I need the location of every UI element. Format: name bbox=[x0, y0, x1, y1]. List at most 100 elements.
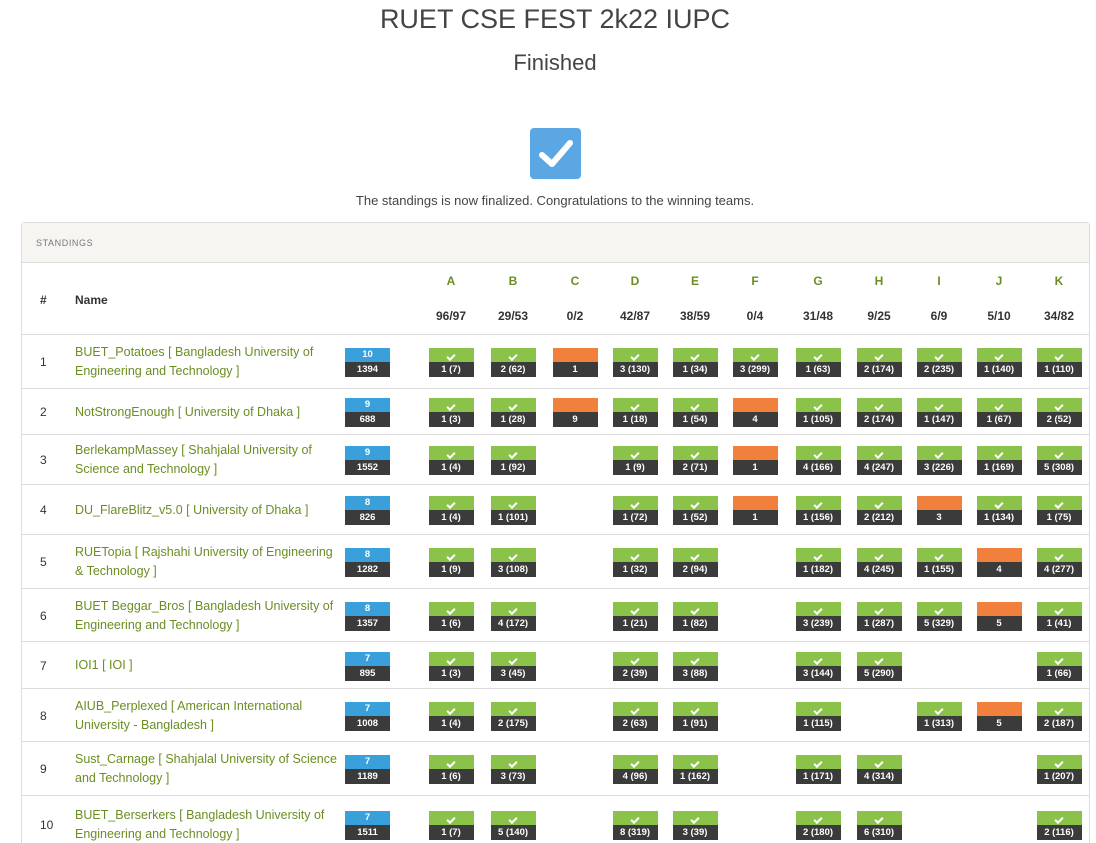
accepted-check-icon bbox=[795, 701, 841, 716]
attempts-label: 5 bbox=[976, 715, 1022, 731]
team-name-link[interactable]: IOI1 [ IOI ] bbox=[75, 656, 340, 675]
check-icon bbox=[934, 705, 944, 715]
attempts-label: 1 (52) bbox=[672, 510, 718, 525]
solved-cell-d: 1 (32) bbox=[612, 548, 658, 577]
attempts-label: 1 (3) bbox=[428, 412, 474, 427]
team-name-link[interactable]: BUET_Potatoes [ Bangladesh University of… bbox=[75, 343, 340, 381]
problem-stats: 0/4 bbox=[746, 309, 764, 323]
team-name-link[interactable]: BUET_Berserkers [ Bangladesh University … bbox=[75, 806, 340, 843]
problem-link[interactable]: J bbox=[969, 274, 1029, 288]
accepted-check-icon bbox=[672, 701, 718, 716]
check-icon bbox=[813, 449, 823, 460]
attempts-label: 1 (6) bbox=[428, 615, 474, 631]
accepted-check-icon bbox=[916, 701, 962, 716]
attempts-label: 5 (290) bbox=[856, 665, 902, 681]
problem-stats: 96/97 bbox=[435, 309, 467, 323]
score-badge: 9 688 bbox=[345, 398, 390, 427]
accepted-check-icon bbox=[612, 601, 658, 616]
attempted-cell-i: 3 bbox=[916, 496, 962, 525]
accepted-check-icon bbox=[916, 348, 962, 362]
attempts-label: 5 (140) bbox=[490, 825, 536, 840]
accepted-check-icon bbox=[612, 548, 658, 562]
problem-link[interactable]: C bbox=[545, 274, 605, 288]
attempts-label: 2 (62) bbox=[490, 362, 536, 377]
attempts-label: 1 (147) bbox=[916, 412, 962, 427]
attempts-label: 1 (91) bbox=[672, 715, 718, 731]
check-icon bbox=[1054, 449, 1064, 460]
solved-cell-b: 1 (92) bbox=[490, 446, 536, 475]
solved-cell-e: 3 (88) bbox=[672, 651, 718, 681]
attempts-label: 1 (72) bbox=[612, 510, 658, 525]
attempts-label: 1 (28) bbox=[490, 412, 536, 427]
attempts-label: 5 (308) bbox=[1036, 460, 1082, 475]
attempts-label: 1 (110) bbox=[1036, 362, 1082, 377]
problem-link[interactable]: H bbox=[849, 274, 909, 288]
team-name-link[interactable]: NotStrongEnough [ University of Dhaka ] bbox=[75, 403, 340, 422]
team-name-link[interactable]: AIUB_Perplexed [ American International … bbox=[75, 697, 340, 735]
solved-cell-a: 1 (3) bbox=[428, 398, 474, 427]
panel-title: STANDINGS bbox=[22, 223, 1089, 263]
accepted-check-icon bbox=[1036, 701, 1082, 716]
accepted-check-icon bbox=[795, 811, 841, 825]
solved-count: 8 bbox=[345, 548, 390, 562]
solved-cell-g: 1 (63) bbox=[795, 348, 841, 377]
problem-link[interactable]: E bbox=[665, 274, 725, 288]
attempts-label: 2 (187) bbox=[1036, 715, 1082, 731]
check-icon bbox=[508, 449, 518, 460]
problem-link[interactable]: B bbox=[483, 274, 543, 288]
solved-cell-a: 1 (4) bbox=[428, 701, 474, 731]
attempts-label: 1 (6) bbox=[428, 769, 474, 784]
team-name-link[interactable]: Sust_Carnage [ Shahjalal University of S… bbox=[75, 750, 340, 788]
attempts-label: 5 bbox=[976, 615, 1022, 631]
check-icon bbox=[994, 449, 1004, 460]
solved-count: 7 bbox=[345, 701, 390, 716]
team-name-link[interactable]: RUETopia [ Rajshahi University of Engine… bbox=[75, 543, 340, 581]
solved-cell-h: 2 (174) bbox=[856, 398, 902, 427]
accepted-check-icon bbox=[672, 496, 718, 510]
accepted-check-icon bbox=[916, 398, 962, 412]
attempts-label: 1 (140) bbox=[976, 362, 1022, 377]
solved-cell-i: 1 (155) bbox=[916, 548, 962, 577]
attempts-label: 1 (313) bbox=[916, 715, 962, 731]
problem-link[interactable]: A bbox=[421, 274, 481, 288]
table-row: 8 AIUB_Perplexed [ American International… bbox=[22, 689, 1089, 742]
check-icon bbox=[508, 758, 518, 769]
rank-value: 9 bbox=[40, 762, 47, 776]
accepted-check-icon bbox=[856, 398, 902, 412]
check-icon bbox=[1054, 351, 1064, 362]
problem-link[interactable]: I bbox=[909, 274, 969, 288]
table-row: 3 BerlekampMassey [ Shahjalal University … bbox=[22, 435, 1089, 485]
wrong-status-bar bbox=[732, 496, 778, 510]
rank-value: 2 bbox=[40, 405, 47, 419]
attempts-label: 6 (310) bbox=[856, 825, 902, 840]
check-icon bbox=[1054, 551, 1064, 562]
team-name-link[interactable]: BerlekampMassey [ Shahjalal University o… bbox=[75, 441, 340, 479]
check-icon bbox=[508, 655, 518, 665]
solved-cell-a: 1 (4) bbox=[428, 446, 474, 475]
check-icon bbox=[690, 449, 700, 460]
solved-cell-k: 4 (277) bbox=[1036, 548, 1082, 577]
accepted-check-icon bbox=[672, 446, 718, 460]
solved-cell-k: 1 (66) bbox=[1036, 651, 1082, 681]
problem-link[interactable]: G bbox=[788, 274, 848, 288]
attempted-cell-j: 5 bbox=[976, 601, 1022, 631]
solved-cell-d: 3 (130) bbox=[612, 348, 658, 377]
team-name-link[interactable]: BUET Beggar_Bros [ Bangladesh University… bbox=[75, 597, 340, 635]
check-icon bbox=[1054, 655, 1064, 665]
solved-cell-g: 1 (156) bbox=[795, 496, 841, 525]
contest-status: Finished bbox=[513, 50, 597, 75]
solved-cell-d: 1 (18) bbox=[612, 398, 658, 427]
problem-link[interactable]: K bbox=[1029, 274, 1089, 288]
attempts-label: 1 (75) bbox=[1036, 510, 1082, 525]
attempts-label: 1 (21) bbox=[612, 615, 658, 631]
problem-link[interactable]: D bbox=[605, 274, 665, 288]
team-name-link[interactable]: DU_FlareBlitz_v5.0 [ University of Dhaka… bbox=[75, 501, 340, 520]
accepted-check-icon bbox=[795, 651, 841, 666]
attempts-label: 1 (32) bbox=[612, 562, 658, 577]
attempts-label: 1 (155) bbox=[916, 562, 962, 577]
check-icon bbox=[630, 655, 640, 665]
score-badge: 7 895 bbox=[345, 651, 390, 681]
accepted-check-icon bbox=[428, 348, 474, 362]
attempts-label: 1 (105) bbox=[795, 412, 841, 427]
problem-link[interactable]: F bbox=[725, 274, 785, 288]
